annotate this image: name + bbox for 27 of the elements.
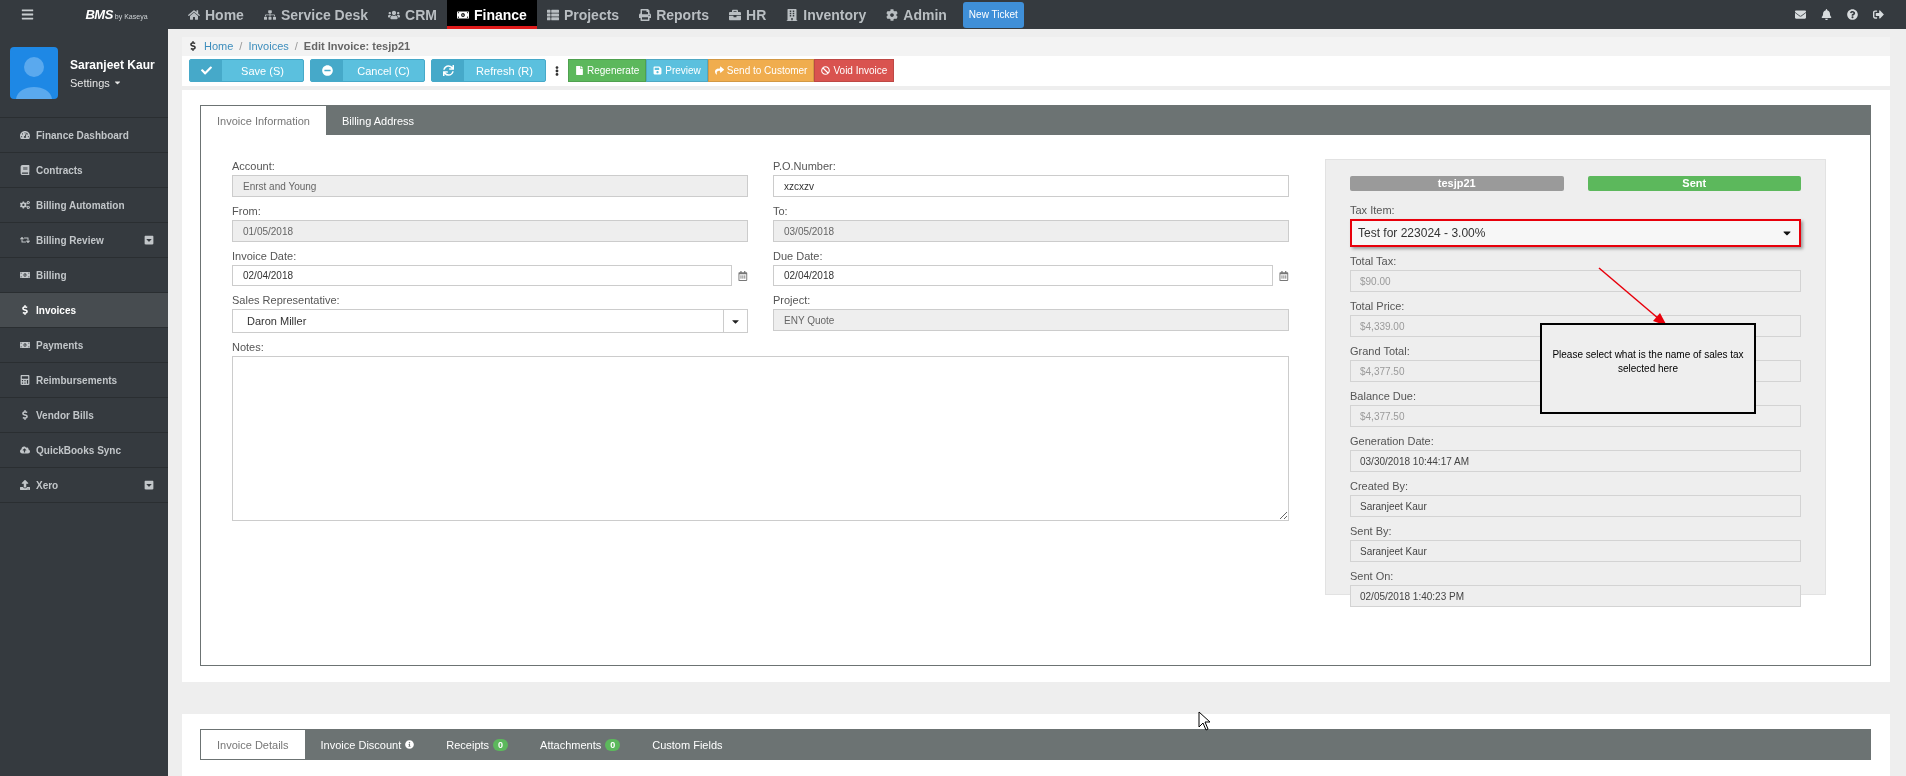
field-label: Sent By:: [1350, 524, 1392, 538]
field-label: Due Date:: [773, 249, 823, 263]
field-label: P.O.Number:: [773, 159, 836, 173]
count-badge: 0: [605, 738, 621, 751]
user-name: Saranjeet Kaur: [70, 57, 155, 72]
field-label: Project:: [773, 293, 811, 307]
field-label: Sales Representative:: [232, 293, 340, 307]
breadcrumb-current: Edit Invoice: tesjp21: [303, 40, 411, 53]
field-label: Account:: [232, 159, 275, 173]
breadcrumb-separator: /: [239, 40, 243, 53]
field-label: Total Tax:: [1350, 254, 1397, 268]
status-badge: Sent: [1587, 176, 1801, 191]
count-badge: 0: [493, 738, 509, 751]
field-label: Generation Date:: [1350, 434, 1434, 448]
status-badge: tesjp21: [1350, 176, 1564, 191]
field-label: Tax Item:: [1350, 203, 1395, 217]
field-label: Grand Total:: [1350, 344, 1410, 358]
field-label: Total Price:: [1350, 299, 1405, 313]
field-label: Balance Due:: [1350, 389, 1417, 403]
field-label: Sent On:: [1350, 569, 1394, 583]
field-label: Notes:: [232, 340, 264, 354]
field-label: From:: [232, 204, 261, 218]
breadcrumb-separator: /: [294, 40, 298, 53]
annotation-tooltip: Please select what is the name of sales tax selected here: [1540, 323, 1756, 414]
field-label: Invoice Date:: [232, 249, 297, 263]
field-label: Created By:: [1350, 479, 1409, 493]
field-label: To:: [773, 204, 788, 218]
